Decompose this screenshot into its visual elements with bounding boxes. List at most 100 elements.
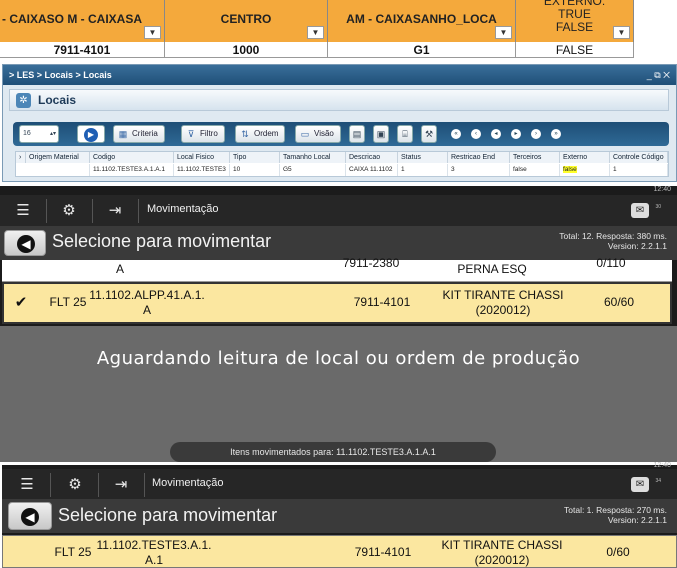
cell-centro[interactable]: 1000 bbox=[165, 42, 328, 58]
next-page-icon[interactable]: › bbox=[531, 129, 541, 139]
grid-cell[interactable]: G5 bbox=[280, 164, 346, 176]
les-window: > LES > Locais > Locais _ ⧉ ✕ ✲ Locais 1… bbox=[2, 64, 677, 182]
list-menu-icon[interactable]: ☰ bbox=[12, 201, 34, 221]
back-button[interactable]: ◀ bbox=[8, 502, 52, 530]
grid-header[interactable]: Descricao bbox=[346, 152, 398, 163]
grid-header[interactable]: Externo bbox=[560, 152, 610, 163]
action-bar: ☰ ⚙ ⇥ Movimentação ✉ 34 bbox=[2, 469, 677, 501]
cell-externo[interactable]: FALSE bbox=[516, 42, 634, 58]
waiting-overlay: Aguardando leitura de local ou ordem de … bbox=[0, 326, 677, 462]
filter-dropdown-icon[interactable]: ▼ bbox=[144, 26, 161, 39]
data-grid: › Origem Material Codigo Local Fisico Ti… bbox=[15, 151, 669, 177]
screen-subtitle: Selecione para movimentar bbox=[52, 231, 272, 251]
page-size-select[interactable]: 16 ▴▾ bbox=[19, 125, 59, 143]
total-info: Total: 1. Resposta: 270 ms. bbox=[564, 505, 667, 515]
grid-header[interactable]: Origem Material bbox=[26, 152, 90, 163]
grid-header[interactable]: Controle Código bbox=[610, 152, 668, 163]
filtro-button[interactable]: ⊽ Filtro bbox=[181, 125, 225, 143]
grid-cell[interactable]: 1 bbox=[610, 164, 668, 176]
column-header-label: AM - CAIXASANHO_LOCA bbox=[346, 12, 497, 26]
grid-cell[interactable]: 11.1102.TESTE3.A.1.A.1 bbox=[90, 164, 174, 176]
action-bar: ☰ ⚙ ⇥ Movimentação ✉ 30 bbox=[0, 195, 677, 227]
sort-icon: ⇅ bbox=[241, 129, 249, 139]
version-info: Version: 2.2.1.1 bbox=[607, 241, 667, 251]
grid-cell[interactable]: 3 bbox=[448, 164, 510, 176]
expand-col-header: › bbox=[16, 152, 26, 163]
grid-header[interactable]: Terceiros bbox=[510, 152, 560, 163]
item-description: KIT TIRANTE CHASSI (2020012) bbox=[441, 538, 563, 567]
filtro-label: Filtro bbox=[200, 129, 218, 138]
android-screen-2: 12:40 ☰ ⚙ ⇥ Movimentação ✉ 34 ◀ Selecion… bbox=[2, 462, 677, 568]
spreadsheet-panel: - CAIXASO M - CAIXASA ▼ CENTRO ▼ AM - CA… bbox=[0, 0, 677, 60]
window-controls[interactable]: _ ⧉ ✕ bbox=[647, 65, 670, 85]
grid-cell-externo[interactable]: false bbox=[560, 164, 610, 176]
grid-cell[interactable]: 1 bbox=[398, 164, 448, 176]
list-menu-icon[interactable]: ☰ bbox=[16, 475, 38, 495]
filter-dropdown-icon[interactable]: ▼ bbox=[307, 26, 324, 39]
back-arrow-icon: ◀ bbox=[21, 508, 39, 526]
save-icon: ▣ bbox=[376, 129, 386, 139]
grid-header[interactable]: Tipo bbox=[230, 152, 280, 163]
last-page-icon[interactable]: » bbox=[551, 129, 561, 139]
cell-caixaso[interactable]: 7911-4101 bbox=[0, 42, 165, 58]
login-icon[interactable]: ⇥ bbox=[104, 201, 126, 221]
grid-cell[interactable] bbox=[26, 164, 90, 176]
app-title: Movimentação bbox=[147, 203, 219, 215]
mail-icon[interactable]: ✉ bbox=[631, 203, 649, 218]
mail-count: 34 bbox=[655, 478, 661, 484]
tools-button[interactable]: ⚒ bbox=[421, 125, 437, 143]
mail-icon[interactable]: ✉ bbox=[631, 477, 649, 492]
criteria-button[interactable]: ▦ Criteria bbox=[113, 125, 165, 143]
first-page-icon[interactable]: « bbox=[451, 129, 461, 139]
export-button[interactable]: ▤ bbox=[349, 125, 365, 143]
grid-cell[interactable]: CAIXA 11.1102 bbox=[346, 164, 398, 176]
prev-page-icon[interactable]: ‹ bbox=[471, 129, 481, 139]
grid-cell[interactable]: 10 bbox=[230, 164, 280, 176]
grid-cell[interactable]: false bbox=[510, 164, 560, 176]
status-time: 12:40 bbox=[653, 186, 671, 193]
filter-dropdown-icon[interactable]: ▼ bbox=[495, 26, 512, 39]
login-icon[interactable]: ⇥ bbox=[110, 475, 132, 495]
grid-header[interactable]: Tamanho Local bbox=[280, 152, 346, 163]
save-button[interactable]: ▣ bbox=[373, 125, 389, 143]
settings-gear-icon[interactable]: ⚙ bbox=[64, 475, 86, 495]
version-info: Version: 2.2.1.1 bbox=[607, 515, 667, 525]
total-info: Total: 12. Resposta: 380 ms. bbox=[559, 231, 667, 241]
item-quantity: 0/60 bbox=[606, 545, 630, 559]
item-quantity: 60/60 bbox=[603, 295, 635, 309]
item-quantity: 0/110 bbox=[596, 256, 626, 270]
code-button[interactable]: ⌸ bbox=[397, 125, 413, 143]
page-size-value: 16 bbox=[23, 130, 31, 137]
list-item[interactable]: A 7911-2380 PERNA ESQ 0/110 bbox=[2, 256, 672, 282]
divider bbox=[46, 199, 47, 223]
wrench-icon: ⚒ bbox=[424, 129, 434, 139]
item-code: 11.1102.TESTE3.A.1. A.1 bbox=[96, 538, 212, 567]
grid-cell[interactable]: 11.1102.TESTE3 bbox=[174, 164, 230, 176]
app-title: Movimentação bbox=[152, 477, 224, 489]
list-item-selected[interactable]: ✔ FLT 25 11.1102.ALPP.41.A.1. A 7911-410… bbox=[2, 282, 672, 324]
next-icon[interactable]: ▸ bbox=[511, 129, 521, 139]
toast-message: Itens movimentados para: 11.1102.TESTE3.… bbox=[170, 442, 496, 462]
ordem-button[interactable]: ⇅ Ordem bbox=[235, 125, 286, 143]
item-description: KIT TIRANTE CHASSI (2020012) bbox=[442, 288, 564, 317]
divider bbox=[138, 199, 139, 223]
filter-icon: ⊽ bbox=[187, 129, 195, 139]
ordem-label: Ordem bbox=[254, 129, 279, 138]
grid-header[interactable]: Restricao End bbox=[448, 152, 510, 163]
spinner-icon: ▴▾ bbox=[49, 131, 56, 137]
grid-header[interactable]: Local Fisico bbox=[174, 152, 230, 163]
list-item[interactable]: FLT 25 11.1102.TESTE3.A.1. A.1 7911-4101… bbox=[2, 535, 677, 568]
visao-button[interactable]: ▭ Visão bbox=[295, 125, 341, 143]
checkmark-icon: ✔ bbox=[14, 294, 28, 311]
grid-header[interactable]: Status bbox=[398, 152, 448, 163]
column-header-caixaso: - CAIXASO M - CAIXASA ▼ bbox=[0, 0, 165, 42]
grid-header[interactable]: Codigo bbox=[90, 152, 174, 163]
run-button[interactable]: ▶ bbox=[77, 125, 105, 143]
prev-icon[interactable]: ◂ bbox=[491, 129, 501, 139]
waiting-message: Aguardando leitura de local ou ordem de … bbox=[96, 348, 581, 369]
back-button[interactable]: ◀ bbox=[4, 230, 46, 256]
divider bbox=[92, 199, 93, 223]
cell-caixasanho[interactable]: G1 bbox=[328, 42, 516, 58]
settings-gear-icon[interactable]: ⚙ bbox=[58, 201, 80, 221]
filter-dropdown-icon[interactable]: ▼ bbox=[613, 26, 630, 39]
